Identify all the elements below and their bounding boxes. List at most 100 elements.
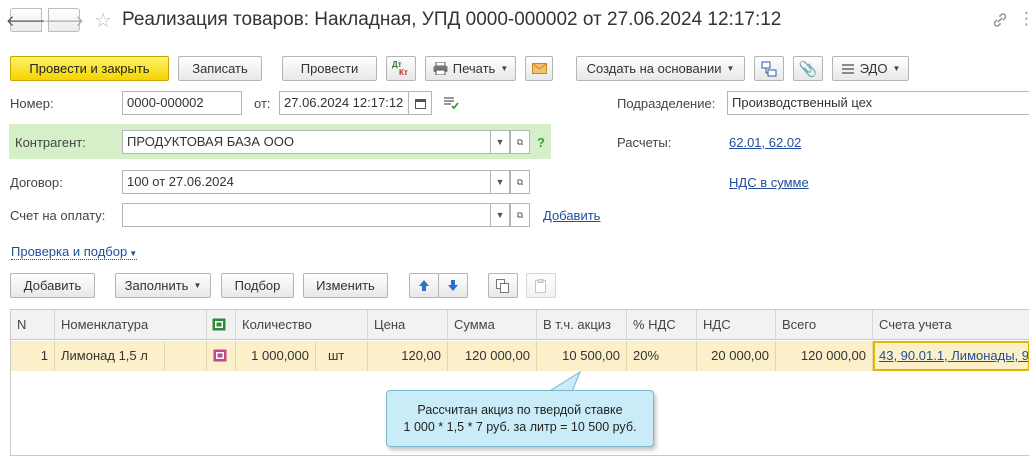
col-header-excise[interactable]: В т.ч. акциз bbox=[537, 310, 627, 340]
dt-kt-button[interactable]: Дт Кт bbox=[386, 56, 416, 81]
paste-button[interactable] bbox=[526, 273, 556, 298]
edo-icon bbox=[841, 63, 855, 75]
col-header-vat[interactable]: НДС bbox=[697, 310, 776, 340]
calendar-button[interactable] bbox=[408, 91, 432, 115]
check-and-select-link[interactable]: Проверка и подбор ▼ bbox=[11, 244, 138, 260]
number-label: Номер: bbox=[10, 96, 54, 111]
fill-button[interactable]: Заполнить ▼ bbox=[115, 273, 211, 298]
cell-unit[interactable]: шт bbox=[316, 341, 368, 371]
envelope-icon bbox=[531, 63, 547, 74]
tooltip-line-2: 1 000 * 1,5 * 7 руб. за литр = 10 500 ру… bbox=[403, 420, 637, 434]
chevron-down-icon: ▼ bbox=[495, 210, 505, 220]
cell-sum[interactable]: 120 000,00 bbox=[448, 341, 537, 371]
marking-icon bbox=[212, 318, 226, 331]
counterparty-dropdown[interactable]: ▼ bbox=[490, 130, 510, 154]
chevron-down-icon: ▼ bbox=[495, 137, 505, 147]
cell-marking[interactable] bbox=[207, 341, 236, 371]
cell-accounts[interactable]: 43, 90.01.1, Лимонады, 9 bbox=[873, 341, 1029, 371]
counterparty-field[interactable]: ПРОДУКТОВАЯ БАЗА ООО bbox=[122, 130, 491, 154]
col-header-price[interactable]: Цена bbox=[368, 310, 448, 340]
department-field[interactable]: Производственный цех bbox=[727, 91, 1029, 115]
col-header-n[interactable]: N bbox=[11, 310, 55, 340]
post-button[interactable]: Провести bbox=[282, 56, 377, 81]
col-header-item[interactable]: Номенклатура bbox=[55, 310, 207, 340]
cell-qty[interactable]: 1 000,000 bbox=[236, 341, 316, 371]
dt-kt-icon: Дт Кт bbox=[392, 59, 408, 77]
chevron-down-icon: ▼ bbox=[495, 177, 505, 187]
attach-button[interactable]: 📎 bbox=[793, 56, 823, 81]
edo-button[interactable]: ЭДО ▼ bbox=[832, 56, 909, 81]
calendar-icon bbox=[414, 98, 426, 109]
invoice-dropdown[interactable]: ▼ bbox=[490, 203, 510, 227]
vat-link[interactable]: НДС в сумме bbox=[729, 175, 809, 190]
arrow-down-icon bbox=[447, 279, 459, 292]
title-bar: 🡐 🡒 ☆ Реализация товаров: Накладная, УПД… bbox=[0, 0, 1029, 44]
cell-total[interactable]: 120 000,00 bbox=[776, 341, 873, 371]
star-icon[interactable]: ☆ bbox=[94, 8, 112, 33]
date-label: от: bbox=[254, 96, 271, 111]
accounts-link[interactable]: 43, 90.01.1, Лимонады, 9 bbox=[879, 348, 1028, 363]
arrow-up-icon bbox=[418, 279, 430, 292]
col-header-vat-rate[interactable]: % НДС bbox=[627, 310, 697, 340]
arrow-right-icon: 🡒 bbox=[43, 12, 85, 30]
back-button[interactable]: 🡐 bbox=[6, 8, 46, 32]
col-header-sum[interactable]: Сумма bbox=[448, 310, 537, 340]
settlements-link[interactable]: 62.01, 62.02 bbox=[729, 135, 801, 150]
col-header-accounts[interactable]: Счета учета bbox=[873, 310, 1029, 340]
contract-label: Договор: bbox=[10, 175, 63, 190]
create-based-on-button[interactable]: Создать на основании ▼ bbox=[576, 56, 745, 81]
copy-button[interactable] bbox=[488, 273, 518, 298]
col-header-marking[interactable] bbox=[207, 310, 236, 340]
open-icon: ⧉ bbox=[516, 136, 524, 147]
move-up-button[interactable] bbox=[409, 273, 439, 298]
forward-button[interactable]: 🡒 bbox=[44, 8, 84, 32]
page-title: Реализация товаров: Накладная, УПД 0000-… bbox=[122, 9, 782, 30]
arrow-left-icon: 🡐 bbox=[5, 12, 47, 30]
printer-icon bbox=[433, 62, 448, 75]
print-button[interactable]: Печать ▼ bbox=[425, 56, 516, 81]
invoice-open[interactable]: ⧉ bbox=[510, 203, 530, 227]
marking-icon bbox=[213, 349, 227, 362]
cell-item-spacer[interactable] bbox=[165, 341, 207, 371]
paste-icon bbox=[534, 278, 548, 293]
contract-field[interactable]: 100 от 27.06.2024 bbox=[122, 170, 491, 194]
select-button[interactable]: Подбор bbox=[221, 273, 294, 298]
copy-icon bbox=[496, 278, 510, 293]
contract-open[interactable]: ⧉ bbox=[510, 170, 530, 194]
number-field[interactable]: 0000-000002 bbox=[122, 91, 242, 115]
cell-n[interactable]: 1 bbox=[11, 341, 55, 371]
open-icon: ⧉ bbox=[516, 176, 524, 187]
more-icon[interactable]: ⋮ bbox=[1018, 9, 1029, 29]
counterparty-open[interactable]: ⧉ bbox=[510, 130, 530, 154]
help-icon[interactable]: ? bbox=[537, 135, 545, 150]
counterparty-label: Контрагент: bbox=[15, 135, 86, 150]
cell-vat-rate[interactable]: 20% bbox=[627, 341, 697, 371]
change-button[interactable]: Изменить bbox=[303, 273, 388, 298]
cell-excise[interactable]: 10 500,00 bbox=[537, 341, 627, 371]
invoice-field[interactable] bbox=[122, 203, 491, 227]
cell-vat[interactable]: 20 000,00 bbox=[697, 341, 776, 371]
paperclip-icon: 📎 bbox=[798, 60, 818, 78]
structure-button[interactable] bbox=[754, 56, 784, 81]
add-invoice-link[interactable]: Добавить bbox=[543, 208, 600, 223]
date-field[interactable]: 27.06.2024 12:17:12 bbox=[279, 91, 409, 115]
tooltip-line-1: Рассчитан акциз по твердой ставке bbox=[417, 403, 623, 417]
cell-item[interactable]: Лимонад 1,5 л bbox=[55, 341, 165, 371]
contract-dropdown[interactable]: ▼ bbox=[490, 170, 510, 194]
settlements-label: Расчеты: bbox=[617, 135, 672, 150]
link-icon[interactable] bbox=[992, 12, 1008, 32]
save-button[interactable]: Записать bbox=[178, 56, 262, 81]
document-flow-icon[interactable] bbox=[443, 96, 459, 113]
post-and-close-button[interactable]: Провести и закрыть bbox=[10, 56, 169, 81]
invoice-label: Счет на оплату: bbox=[10, 208, 106, 223]
col-header-total[interactable]: Всего bbox=[776, 310, 873, 340]
move-down-button[interactable] bbox=[438, 273, 468, 298]
email-button[interactable] bbox=[525, 56, 553, 81]
cell-price[interactable]: 120,00 bbox=[368, 341, 448, 371]
department-label: Подразделение: bbox=[617, 96, 716, 111]
open-icon: ⧉ bbox=[516, 209, 524, 220]
col-header-qty[interactable]: Количество bbox=[236, 310, 368, 340]
add-row-button[interactable]: Добавить bbox=[10, 273, 95, 298]
structure-icon bbox=[761, 61, 777, 77]
excise-tooltip: Рассчитан акциз по твердой ставке 1 000 … bbox=[386, 390, 654, 447]
